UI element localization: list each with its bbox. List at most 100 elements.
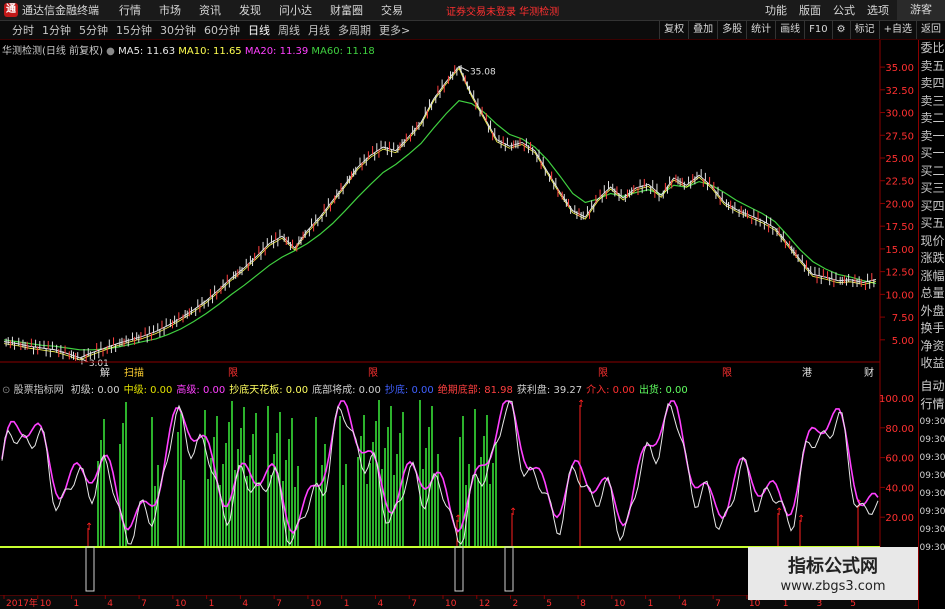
indicator-name: 股票指标网 <box>13 385 64 396</box>
time-axis-label: 10 <box>40 599 52 609</box>
period-weekly[interactable]: 周线 <box>274 22 304 38</box>
indicator-legend-item: 介入: 0.00 <box>586 385 635 396</box>
indicator-axis-label: 80.00 <box>885 424 914 435</box>
indicator-legend-item: 高级: 0.00 <box>176 385 226 396</box>
event-label-finance[interactable]: 财 <box>864 364 874 379</box>
event-label-limit-2[interactable]: 限 <box>368 364 378 379</box>
time-axis-label: 4 <box>681 599 687 609</box>
tool-multi[interactable]: 多股 <box>717 21 746 39</box>
tool-draw[interactable]: 画线 <box>775 21 804 39</box>
period-more[interactable]: 更多> <box>375 22 414 38</box>
quote-info-column: 委比 卖五 卖四 卖三 卖二 卖一 买一 买二 买三 买四 买五 现价 涨跌 涨幅 总量 外盘 换手 净资 收益 自… <box>918 40 945 609</box>
event-row: 解 扫描 限 限 限 限 港 财 <box>0 362 880 379</box>
indicator-legend-item: 出货: 0.00 <box>638 385 688 396</box>
event-label-scan[interactable]: 扫描 <box>124 364 144 379</box>
menu-discover[interactable]: 发现 <box>230 2 270 18</box>
tool-back[interactable]: 返回 <box>916 21 945 39</box>
trade-time-label: 09:30 <box>919 416 945 427</box>
info-label: 卖三 <box>920 93 945 108</box>
info-label: 现价 <box>920 233 945 248</box>
tool-f10[interactable]: F10 <box>804 21 831 39</box>
guest-button[interactable]: 游客 <box>897 0 945 20</box>
legend-ma10: MA10: 11.65 <box>178 46 242 57</box>
menu-trade[interactable]: 交易 <box>372 2 412 18</box>
tool-gear-icon[interactable]: ⚙ <box>831 21 850 39</box>
period-15min[interactable]: 15分钟 <box>112 22 156 38</box>
legend-ma20: MA20: 11.39 <box>244 46 309 57</box>
indicator-legend-item: 绝期底部: 81.98 <box>437 385 513 396</box>
time-axis-label: 4 <box>242 599 248 609</box>
stock-title: 华测检测(日线 前复权) <box>2 46 103 57</box>
time-axis-label: 10 <box>310 599 322 609</box>
info-label: 涨跌 <box>920 251 945 265</box>
info-label: 买一 <box>920 146 945 160</box>
info-label: 外盘 <box>920 303 945 318</box>
menu-wealth[interactable]: 财富圈 <box>321 2 372 18</box>
legend-ma60: MA60: 11.18 <box>311 46 375 57</box>
entry-arrow: ↑ <box>775 507 783 518</box>
entry-arrow: ↑ <box>454 514 462 525</box>
period-monthly[interactable]: 月线 <box>304 22 334 38</box>
time-axis-label: 7 <box>411 599 417 609</box>
main-axis-label: 30.00 <box>885 109 914 120</box>
time-axis-label: 2017年 <box>6 597 38 609</box>
watermark: 指标公式网 www.zbgs3.com <box>748 547 918 600</box>
period-30min[interactable]: 30分钟 <box>156 22 200 38</box>
app-logo-icon: 通 <box>4 3 18 17</box>
info-label: 卖二 <box>920 111 945 125</box>
period-5min[interactable]: 5分钟 <box>75 22 112 38</box>
event-label-hk[interactable]: 港 <box>802 364 812 379</box>
main-axis-label: 10.00 <box>885 290 914 301</box>
menu-formula[interactable]: 公式 <box>827 2 861 18</box>
menu-layout[interactable]: 版面 <box>793 2 827 18</box>
main-axis-label: 20.00 <box>885 199 914 210</box>
main-axis-label: 12.50 <box>885 268 914 279</box>
event-label-unlock[interactable]: 解 <box>100 364 110 379</box>
menu-ask[interactable]: 问小达 <box>270 2 321 18</box>
event-label-limit-3[interactable]: 限 <box>598 364 608 379</box>
period-daily[interactable]: 日线 <box>244 22 274 38</box>
info-label: 卖一 <box>920 128 945 143</box>
menu-function[interactable]: 功能 <box>759 2 793 18</box>
period-1min[interactable]: 1分钟 <box>38 22 75 38</box>
main-axis-label: 25.00 <box>885 154 914 165</box>
tool-add-watch[interactable]: +自选 <box>878 21 916 39</box>
menu-news[interactable]: 资讯 <box>190 2 230 18</box>
watermark-title: 指标公式网 <box>788 556 878 577</box>
trade-time-label: 09:30 <box>919 488 945 499</box>
indicator-axis-label: 40.00 <box>885 483 914 494</box>
info-label: 卖五 <box>920 58 945 73</box>
indicator-legend-item: 底部将成: 0.00 <box>312 385 381 396</box>
info-label: 买四 <box>920 198 945 213</box>
indicator-legend-item: 获利盘: 39.27 <box>516 385 583 396</box>
main-axis-label: 35.00 <box>885 63 914 74</box>
indicator-axis-label: 60.00 <box>885 454 914 465</box>
quote-info-top: 委比 卖五 卖四 卖三 卖二 卖一 买一 买二 买三 买四 买五 现价 涨跌 涨幅 总量 外盘 换手 净资 收益 <box>919 40 945 373</box>
tool-adjust[interactable]: 复权 <box>659 21 688 39</box>
tool-stats[interactable]: 统计 <box>746 21 775 39</box>
login-notice[interactable]: 证券交易未登录 华测检测 <box>446 3 559 18</box>
main-axis-label: 17.50 <box>885 222 914 233</box>
tool-mark[interactable]: 标记 <box>849 21 879 39</box>
time-axis-label: 10 <box>614 599 626 609</box>
indicator-bullet-icon: ⊙ <box>2 385 11 396</box>
event-label-limit-1[interactable]: 限 <box>228 364 238 379</box>
main-axis-label: 32.50 <box>885 86 914 97</box>
time-axis-label: 12 <box>479 599 490 609</box>
time-axis-label: 2 <box>513 599 519 609</box>
tool-overlay[interactable]: 叠加 <box>688 21 717 39</box>
period-timeshare[interactable]: 分时 <box>8 22 38 38</box>
price-chart[interactable]: 35.00 32.50 30.00 27.50 25.00 22.50 20.00 17.50… <box>0 40 918 380</box>
period-60min[interactable]: 60分钟 <box>200 22 244 38</box>
trade-time-label: 09:30 <box>919 506 945 517</box>
period-multi[interactable]: 多周期 <box>334 22 375 38</box>
menu-options[interactable]: 选项 <box>861 2 895 18</box>
main-axis-label: 27.50 <box>885 131 914 142</box>
title-bar: 通 通达信金融终端 行情 市场 资讯 发现 问小达 财富圈 交易 证券交易未登录… <box>0 0 945 21</box>
event-label-limit-4[interactable]: 限 <box>722 364 732 379</box>
menu-quotes[interactable]: 行情 <box>110 2 150 18</box>
time-axis-label: 1 <box>209 599 215 609</box>
menu-market[interactable]: 市场 <box>150 2 190 18</box>
indicator-legend-item: 初级: 0.00 <box>70 385 120 396</box>
time-axis-label: 7 <box>276 599 282 609</box>
